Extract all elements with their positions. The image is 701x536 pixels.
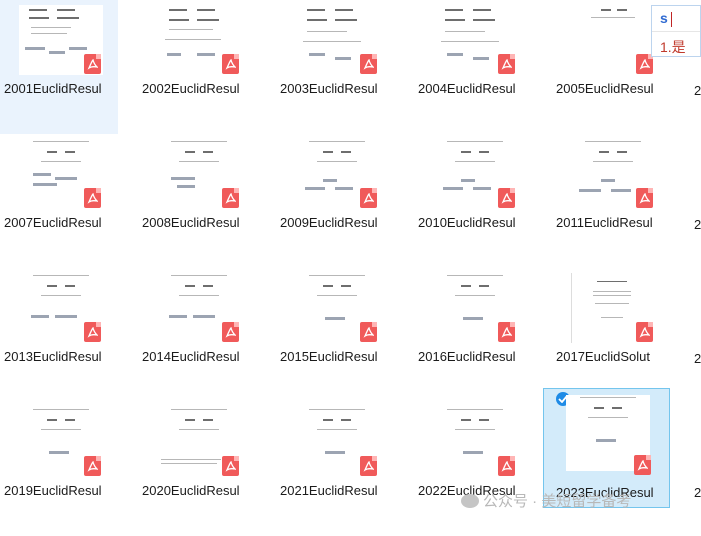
pdf-icon — [222, 188, 239, 208]
file-item[interactable]: 2011EuclidResul — [552, 134, 670, 268]
file-name: 2021EuclidResul — [280, 483, 378, 498]
file-name: 2001EuclidResul — [4, 81, 102, 96]
file-item[interactable]: 2020EuclidResul — [138, 402, 256, 536]
file-name: 2016EuclidResul — [418, 349, 516, 364]
file-name: 2014EuclidResul — [142, 349, 240, 364]
pdf-icon — [360, 322, 377, 342]
file-item[interactable]: 2010EuclidResul — [414, 134, 532, 268]
pdf-icon — [634, 455, 651, 475]
file-name: 2015EuclidResul — [280, 349, 378, 364]
partial-file-label: 2 — [694, 351, 701, 366]
pdf-icon — [84, 322, 101, 342]
file-name: 2017EuclidSolut — [556, 349, 650, 364]
watermark-text: 公众号 · 美短留学备考 — [483, 493, 632, 510]
file-item[interactable]: 2021EuclidResul — [276, 402, 394, 536]
ime-candidate-window: s 1.是 — [651, 5, 701, 57]
file-name: 2008EuclidResul — [142, 215, 240, 230]
file-name: 2013EuclidResul — [4, 349, 102, 364]
file-name: 2010EuclidResul — [418, 215, 516, 230]
file-item[interactable]: 2015EuclidResul — [276, 268, 394, 402]
file-item[interactable]: 2016EuclidResul — [414, 268, 532, 402]
pdf-icon — [498, 322, 515, 342]
file-name: 2011EuclidResul — [556, 215, 653, 230]
pdf-icon — [498, 54, 515, 74]
file-name: 2019EuclidResul — [4, 483, 102, 498]
pdf-icon — [636, 54, 653, 74]
file-item[interactable]: 2019EuclidResul — [0, 402, 118, 536]
file-item[interactable]: 2007EuclidResul — [0, 134, 118, 268]
file-name: 2005EuclidResul — [556, 81, 654, 96]
partial-file-label: 2 — [694, 217, 701, 232]
ime-candidate[interactable]: 1.是 — [652, 31, 700, 58]
file-name: 2003EuclidResul — [280, 81, 378, 96]
file-item[interactable]: 2002EuclidResul — [138, 0, 256, 134]
file-name: 2002EuclidResul — [142, 81, 240, 96]
pdf-icon — [498, 188, 515, 208]
pdf-icon — [636, 322, 653, 342]
partial-file-label: 2 — [694, 485, 701, 500]
pdf-icon — [84, 54, 101, 74]
file-item[interactable]: 2008EuclidResul — [138, 134, 256, 268]
pdf-icon — [498, 456, 515, 476]
text-caret — [671, 12, 672, 27]
watermark: 公众号 · 美短留学备考 — [483, 490, 631, 511]
ime-candidate-label: 1.是 — [660, 39, 686, 55]
pdf-icon — [222, 322, 239, 342]
pdf-icon — [222, 456, 239, 476]
pdf-icon — [84, 456, 101, 476]
pdf-icon — [360, 188, 377, 208]
file-name: 2020EuclidResul — [142, 483, 240, 498]
file-name: 2009EuclidResul — [280, 215, 378, 230]
file-item[interactable]: 2022EuclidResul — [414, 402, 532, 536]
file-item[interactable]: 2003EuclidResul — [276, 0, 394, 134]
pdf-icon — [636, 188, 653, 208]
file-name: 2007EuclidResul — [4, 215, 102, 230]
file-item[interactable]: 2013EuclidResul — [0, 268, 118, 402]
file-item[interactable]: 2009EuclidResul — [276, 134, 394, 268]
partial-file-label: 2 — [694, 83, 701, 98]
wechat-icon — [461, 494, 479, 508]
pdf-icon — [360, 456, 377, 476]
file-grid: 2001EuclidResul 2002EuclidResul 2003Eucl… — [0, 0, 701, 527]
file-item[interactable]: 2004EuclidResul — [414, 0, 532, 134]
file-item[interactable]: 2017EuclidSolut — [552, 268, 670, 402]
file-name: 2004EuclidResul — [418, 81, 516, 96]
pdf-icon — [360, 54, 377, 74]
ime-input-text: s — [660, 10, 668, 26]
pdf-icon — [222, 54, 239, 74]
pdf-icon — [84, 188, 101, 208]
file-item[interactable]: 2014EuclidResul — [138, 268, 256, 402]
file-item[interactable]: 2001EuclidResul — [0, 0, 118, 134]
